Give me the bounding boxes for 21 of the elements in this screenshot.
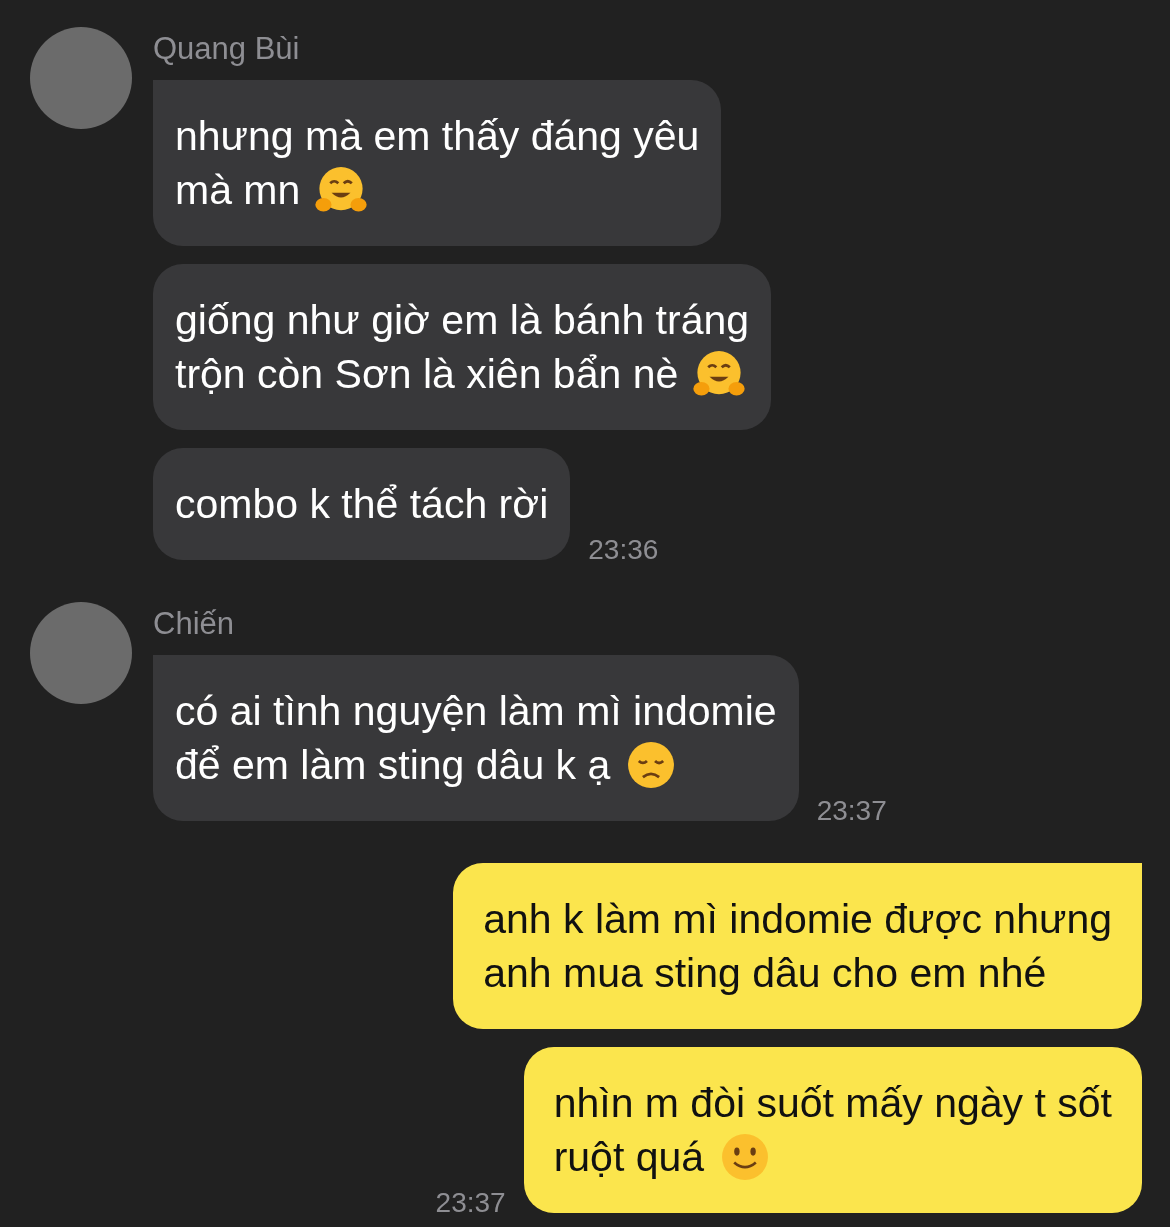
message-time: 23:37 bbox=[435, 1187, 506, 1219]
message-bubble[interactable]: có ai tình nguyện làm mì indomie để em làm sting dâu k ạ bbox=[153, 655, 799, 821]
sender-name: Chiến bbox=[153, 605, 234, 643]
message-bubble[interactable]: anh k làm mì indomie được nhưng anh mua sting dâu cho em nhé bbox=[453, 863, 1142, 1029]
message-text: nhưng mà em thấy đáng yêu bbox=[175, 112, 700, 161]
message-text: trộn còn Sơn là xiên bẩn nè bbox=[175, 350, 679, 399]
message-text: nhìn m đòi suốt mấy ngày t sốt bbox=[553, 1079, 1112, 1128]
message-text: có ai tình nguyện làm mì indomie bbox=[175, 687, 777, 736]
message-bubble[interactable]: nhưng mà em thấy đáng yêu mà mn bbox=[153, 80, 722, 246]
message-text: mà mn bbox=[175, 166, 301, 215]
message-bubble[interactable]: nhìn m đòi suốt mấy ngày t sốt ruột quá bbox=[523, 1047, 1142, 1213]
message-text: ruột quá bbox=[553, 1133, 705, 1182]
message-bubble[interactable]: combo k thể tách rời bbox=[153, 448, 571, 560]
message-bubble[interactable]: giống như giờ em là bánh tráng trộn còn Sơn là xiên bẩn nè bbox=[153, 264, 772, 430]
message-time: 23:36 bbox=[588, 534, 659, 566]
message-text: giống như giờ em là bánh tráng bbox=[175, 296, 750, 345]
message-text: anh k làm mì indomie được nhưng anh mua sting dâu cho em nhé bbox=[483, 895, 1112, 998]
message-time: 23:37 bbox=[816, 795, 887, 827]
message-text: để em làm sting dâu k ạ bbox=[175, 741, 611, 790]
message-text: combo k thể tách rời bbox=[175, 480, 549, 529]
sender-name: Quang Bùi bbox=[153, 30, 300, 68]
